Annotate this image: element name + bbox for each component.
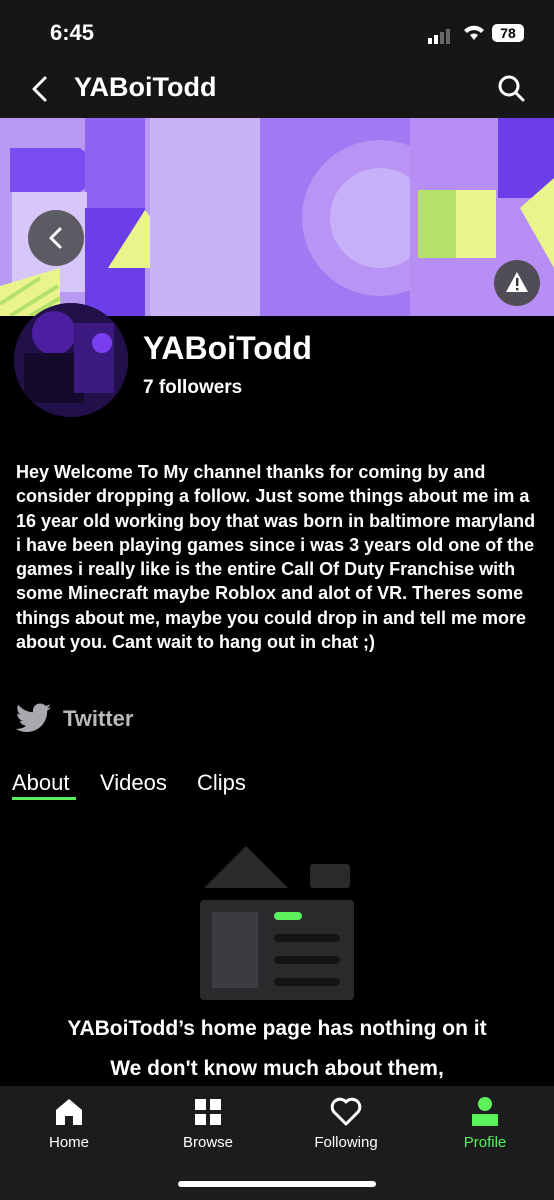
avatar <box>14 303 128 417</box>
search-icon <box>498 75 525 102</box>
profile-icon <box>425 1096 545 1130</box>
twitter-icon <box>15 703 51 732</box>
browse-icon <box>148 1096 268 1130</box>
nav-home-label: Home <box>48 1134 89 1151</box>
channel-bio: Hey Welcome To My channel thanks for com… <box>16 462 536 653</box>
status-time: 6:45 <box>50 20 95 45</box>
empty-state-title: YABoiTodd’s home page has nothing on it <box>67 1017 487 1040</box>
nav-browse-label: Browse <box>182 1134 234 1151</box>
nav-following-label: Following <box>314 1134 378 1151</box>
channel-name: YABoiTodd <box>143 330 312 366</box>
tab-clips[interactable]: Clips <box>197 770 246 796</box>
nav-browse[interactable]: Browse <box>148 1086 268 1151</box>
empty-state-illustration <box>200 846 356 1007</box>
chevron-left-icon <box>32 76 47 102</box>
search-button[interactable] <box>496 73 526 108</box>
nav-profile-label: Profile <box>463 1134 507 1151</box>
signal-icon <box>428 26 452 44</box>
tab-about[interactable]: About <box>12 770 70 796</box>
banner-previous-button[interactable] <box>28 210 84 266</box>
page-title: YABoiTodd <box>74 72 217 102</box>
chevron-left-icon <box>49 227 62 249</box>
nav-home[interactable]: Home <box>9 1086 129 1151</box>
twitter-label[interactable]: Twitter <box>63 706 133 732</box>
home-indicator <box>178 1181 376 1187</box>
nav-following[interactable]: Following <box>286 1086 406 1151</box>
report-button[interactable] <box>494 260 540 306</box>
back-button[interactable] <box>28 74 52 109</box>
empty-state-subtitle: We don't know much about them, <box>110 1057 444 1080</box>
follower-count: 7 followers <box>143 377 243 398</box>
nav-profile[interactable]: Profile <box>425 1086 545 1151</box>
home-icon <box>9 1096 129 1130</box>
twitter-link[interactable] <box>15 703 52 740</box>
active-tab-indicator <box>12 797 76 800</box>
wifi-icon <box>462 22 486 47</box>
battery-indicator: 78 <box>492 24 524 42</box>
warning-icon <box>506 272 528 292</box>
heart-icon <box>286 1096 406 1130</box>
tab-videos[interactable]: Videos <box>100 770 167 796</box>
